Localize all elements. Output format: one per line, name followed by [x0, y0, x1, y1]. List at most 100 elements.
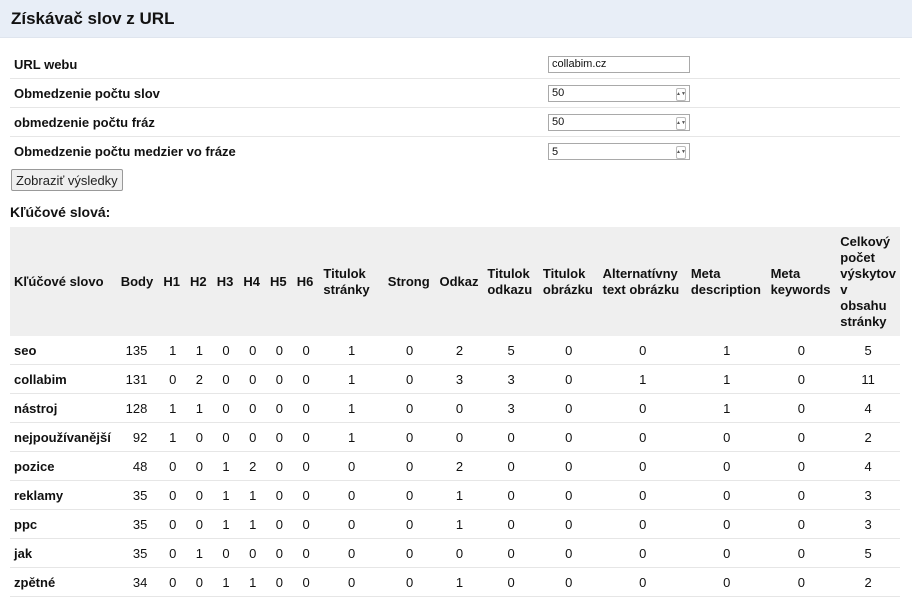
spinner-icon[interactable]: ▲▼ — [676, 116, 686, 130]
value-cell: 0 — [266, 451, 293, 481]
value-cell: 11 — [836, 364, 900, 394]
value-cell: 0 — [766, 509, 837, 539]
space-limit-value: 5 — [552, 145, 559, 158]
column-header: Alternatívny text obrázku — [602, 265, 680, 297]
value-cell: 2 — [239, 451, 267, 481]
column-header: Meta description — [690, 265, 761, 297]
value-cell: 0 — [598, 422, 687, 452]
keywords-title: Kľúčové slová: — [10, 204, 111, 220]
word-limit-label: Obmedzenie počtu slov — [14, 85, 160, 101]
url-label: URL webu — [14, 56, 78, 72]
keyword-cell: ppc — [10, 509, 117, 539]
value-cell: 1 — [186, 393, 213, 423]
value-cell: 0 — [483, 509, 539, 539]
table-row: nástroj 128 1 1 0 0 0 0 1 0 0 3 0 0 1 0 4 — [10, 393, 900, 423]
value-cell: 0 — [292, 567, 320, 597]
value-cell: 0 — [686, 451, 767, 481]
value-cell: 0 — [435, 422, 484, 452]
value-cell: 0 — [435, 393, 484, 423]
app-header: Získávač slov z URL — [0, 0, 912, 38]
table-row: reklamy 35 0 0 1 1 0 0 0 0 1 0 0 0 0 0 3 — [10, 480, 900, 510]
value-cell: 0 — [538, 567, 599, 597]
value-cell: 0 — [239, 538, 267, 568]
spinner-icon[interactable]: ▲▼ — [676, 146, 686, 159]
column-header: Titulok odkazu — [487, 265, 533, 297]
value-cell: 0 — [766, 567, 837, 597]
url-value: collabim.cz — [552, 58, 607, 70]
column-header: Meta keywords — [770, 265, 831, 297]
value-cell: 0 — [483, 480, 539, 510]
table-row: jak 35 0 1 0 0 0 0 0 0 0 0 0 0 0 0 5 — [10, 538, 900, 568]
value-cell: 1 — [159, 393, 187, 423]
phrase-limit-label: obmedzenie počtu fráz — [14, 114, 155, 130]
value-cell: 0 — [598, 336, 687, 365]
value-cell: 1 — [212, 509, 240, 539]
value-cell: 0 — [266, 567, 293, 597]
value-cell: 0 — [319, 567, 384, 597]
table-header-row: Kľúčové slovo Body H1 H2 H3 H4 H5 H6 Titulok str… — [10, 227, 900, 336]
value-cell: 0 — [686, 480, 767, 510]
value-cell: 0 — [292, 393, 320, 423]
value-cell: 0 — [239, 336, 267, 365]
value-cell: 0 — [159, 451, 187, 481]
word-limit-input[interactable]: 50 ▲▼ — [548, 84, 690, 102]
column-header: Kľúčové slovo — [14, 273, 104, 289]
value-cell: 92 — [116, 422, 160, 452]
form-row-space-limit: Obmedzenie počtu medzier vo fráze 5 ▲▼ — [10, 137, 900, 166]
value-cell: 3 — [483, 393, 539, 423]
show-results-button[interactable]: Zobraziť výsledky — [11, 169, 123, 191]
value-cell: 1 — [159, 422, 187, 452]
value-cell: 0 — [186, 451, 213, 481]
value-cell: 0 — [383, 538, 436, 568]
value-cell: 35 — [116, 509, 160, 539]
value-cell: 0 — [186, 422, 213, 452]
value-cell: 0 — [483, 567, 539, 597]
value-cell: 2 — [186, 364, 213, 394]
value-cell: 1 — [686, 364, 767, 394]
value-cell: 1 — [212, 480, 240, 510]
value-cell: 1 — [239, 567, 267, 597]
space-limit-input[interactable]: 5 ▲▼ — [548, 143, 690, 160]
value-cell: 0 — [483, 451, 539, 481]
value-cell: 0 — [212, 336, 240, 365]
value-cell: 0 — [266, 422, 293, 452]
column-header: Body — [120, 273, 154, 289]
table-row: seo 135 1 1 0 0 0 0 1 0 2 5 0 0 1 0 5 — [10, 336, 900, 365]
value-cell: 0 — [383, 451, 436, 481]
url-input[interactable]: collabim.cz — [548, 55, 690, 73]
column-header: H6 — [296, 273, 314, 289]
value-cell: 1 — [186, 538, 213, 568]
value-cell: 0 — [766, 336, 837, 365]
value-cell: 0 — [766, 393, 837, 423]
space-limit-label: Obmedzenie počtu medzier vo fráze — [14, 144, 236, 159]
keyword-cell: zpětné — [10, 567, 117, 597]
value-cell: 1 — [435, 567, 484, 597]
spinner-icon[interactable]: ▲▼ — [676, 87, 686, 101]
value-cell: 1 — [686, 336, 767, 365]
value-cell: 0 — [319, 480, 384, 510]
value-cell: 0 — [538, 364, 599, 394]
value-cell: 1 — [319, 336, 384, 365]
value-cell: 1 — [686, 393, 767, 423]
value-cell: 0 — [292, 538, 320, 568]
form-row-word-limit: Obmedzenie počtu slov 50 ▲▼ — [10, 79, 900, 108]
phrase-limit-value: 50 — [552, 116, 565, 128]
value-cell: 0 — [538, 480, 599, 510]
value-cell: 1 — [239, 480, 267, 510]
value-cell: 0 — [383, 509, 436, 539]
value-cell: 48 — [116, 451, 160, 481]
value-cell: 0 — [159, 509, 187, 539]
value-cell: 1 — [435, 509, 484, 539]
value-cell: 0 — [538, 509, 599, 539]
value-cell: 0 — [483, 422, 539, 452]
value-cell: 0 — [598, 567, 687, 597]
value-cell: 5 — [483, 336, 539, 365]
value-cell: 0 — [598, 538, 687, 568]
column-header: H4 — [243, 273, 260, 289]
value-cell: 3 — [483, 364, 539, 394]
column-header: H1 — [163, 273, 180, 289]
value-cell: 0 — [186, 480, 213, 510]
phrase-limit-input[interactable]: 50 ▲▼ — [548, 113, 690, 131]
value-cell: 0 — [383, 393, 436, 423]
value-cell: 0 — [383, 364, 436, 394]
